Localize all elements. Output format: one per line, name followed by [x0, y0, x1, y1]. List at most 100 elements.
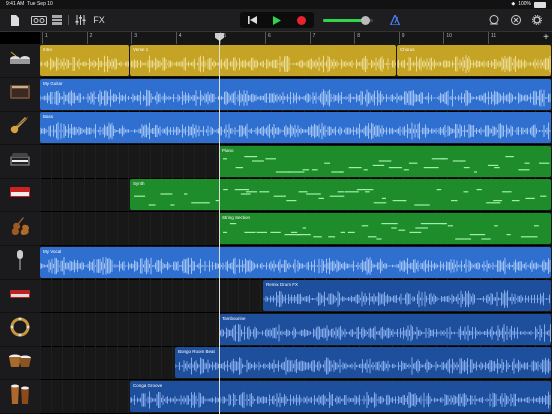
battery-percent: 100%: [518, 1, 531, 7]
mixer-button[interactable]: [73, 12, 87, 28]
region[interactable]: My Vocal: [40, 246, 551, 278]
track-header-synth[interactable]: [0, 178, 40, 213]
region[interactable]: Synth: [130, 179, 551, 211]
ruler-bar-11: 11: [488, 32, 496, 44]
wifi-icon: ◆: [511, 1, 516, 7]
waveform: [397, 55, 551, 73]
track-header-keyboard[interactable]: [0, 279, 40, 314]
metronome-icon: [390, 15, 400, 25]
ruler-bar-2: 2: [86, 32, 92, 44]
song-settings-button[interactable]: [531, 12, 543, 28]
bass-icon: [9, 116, 31, 139]
piano-icon: [9, 151, 31, 172]
track-header-strings[interactable]: [0, 212, 40, 246]
document-icon: [10, 14, 19, 26]
mixer-icon: [75, 15, 85, 25]
congas-icon: [9, 383, 31, 410]
region-name: My Vocal: [43, 248, 62, 254]
toolbar: FX: [0, 9, 552, 32]
loop-browser-button[interactable]: [488, 12, 500, 28]
region[interactable]: Piano: [219, 145, 551, 177]
microphone-icon: [14, 249, 26, 276]
play-button[interactable]: [265, 12, 290, 28]
region-name: Intro: [43, 47, 53, 52]
track-header-microphone[interactable]: [0, 246, 40, 280]
gear-icon: [532, 15, 542, 25]
waveform: [263, 290, 550, 308]
go-to-beginning-button[interactable]: [240, 12, 265, 28]
region[interactable]: Intro: [40, 45, 129, 76]
midi-notes: [223, 223, 539, 240]
my-songs-button[interactable]: [7, 12, 21, 28]
track-header-bass[interactable]: [0, 111, 40, 146]
track-header-tambourine[interactable]: [0, 313, 40, 347]
region-name: Bongo Room Beat: [178, 349, 215, 355]
region-name: Synth: [133, 181, 145, 187]
tracks-area: Intro Verse 1 Chorus My Guitar Bass Piano Synt…: [40, 44, 552, 414]
record-icon: [297, 15, 307, 25]
grid-icon: [52, 15, 62, 25]
play-icon: [273, 15, 281, 25]
ruler-bar-9: 9: [398, 32, 405, 44]
track-header-congas[interactable]: [0, 380, 40, 414]
region[interactable]: Conga Groove: [130, 381, 551, 412]
track-lane[interactable]: Tambourine: [40, 312, 552, 347]
keyboard-icon: [9, 287, 31, 305]
region-name: Remix Drum FX: [266, 282, 299, 288]
region[interactable]: Verse 1: [130, 45, 396, 76]
playhead[interactable]: [219, 36, 220, 414]
waveform: [40, 256, 551, 275]
region[interactable]: String Section: [219, 213, 551, 244]
track-header-drums[interactable]: [0, 44, 40, 78]
track-lane[interactable]: My Vocal: [40, 245, 552, 280]
region[interactable]: Bass: [40, 112, 551, 144]
region[interactable]: My Guitar: [40, 78, 551, 110]
waveform: [40, 88, 551, 107]
volume-knob[interactable]: [361, 16, 370, 25]
waveform: [175, 357, 551, 376]
region-name: Conga Groove: [133, 383, 163, 388]
browser-button[interactable]: [30, 12, 48, 28]
ruler-bar-6: 6: [265, 32, 271, 44]
region[interactable]: Remix Drum FX: [263, 280, 551, 312]
close-circle-icon: [511, 15, 521, 25]
track-lane[interactable]: Remix Drum FX: [40, 279, 552, 314]
track-lane[interactable]: Bongo Room Beat: [40, 346, 552, 381]
track-lane[interactable]: String Section: [40, 212, 552, 246]
browser-icon: [31, 15, 47, 25]
track-lane[interactable]: Conga Groove: [40, 380, 552, 414]
region[interactable]: Tambourine: [219, 313, 551, 345]
status-bar: 9:41 AM Tue Sep 10 ◆ 100%: [0, 0, 552, 9]
region-name: Tambourine: [222, 315, 246, 321]
region[interactable]: Bongo Room Beat: [175, 347, 551, 379]
track-lane[interactable]: Piano: [40, 144, 552, 179]
metronome-button[interactable]: [389, 12, 401, 28]
fx-button[interactable]: FX: [91, 12, 107, 28]
ruler-bar-4: 4: [175, 32, 182, 44]
loop-icon: [489, 15, 499, 25]
waveform: [130, 391, 551, 409]
tracks-view-button[interactable]: [51, 12, 63, 28]
track-lane[interactable]: My Guitar: [40, 77, 552, 112]
track-header-bongos[interactable]: [0, 346, 40, 381]
add-section-button[interactable]: +: [540, 32, 552, 44]
region-name: My Guitar: [43, 80, 63, 86]
track-lane[interactable]: Synth: [40, 178, 552, 213]
ruler-bar-7: 7: [309, 32, 315, 44]
transport-controls: [240, 12, 314, 28]
drums-icon: [9, 50, 31, 71]
region[interactable]: Chorus: [397, 45, 551, 76]
waveform: [219, 323, 551, 342]
waveform: [40, 55, 129, 73]
bongos-icon: [8, 352, 32, 373]
settings-button[interactable]: [510, 12, 522, 28]
ruler-bar-3: 3: [131, 32, 137, 44]
master-volume-slider[interactable]: [323, 16, 373, 25]
track-lane[interactable]: Bass: [40, 111, 552, 146]
track-header-piano[interactable]: [0, 145, 40, 179]
track-header-guitar-amp[interactable]: [0, 78, 40, 112]
region-name: Piano: [222, 147, 234, 153]
status-time-date: 9:41 AM Tue Sep 10: [6, 1, 53, 7]
record-button[interactable]: [289, 12, 314, 28]
track-lane[interactable]: Intro Verse 1 Chorus: [40, 44, 552, 78]
